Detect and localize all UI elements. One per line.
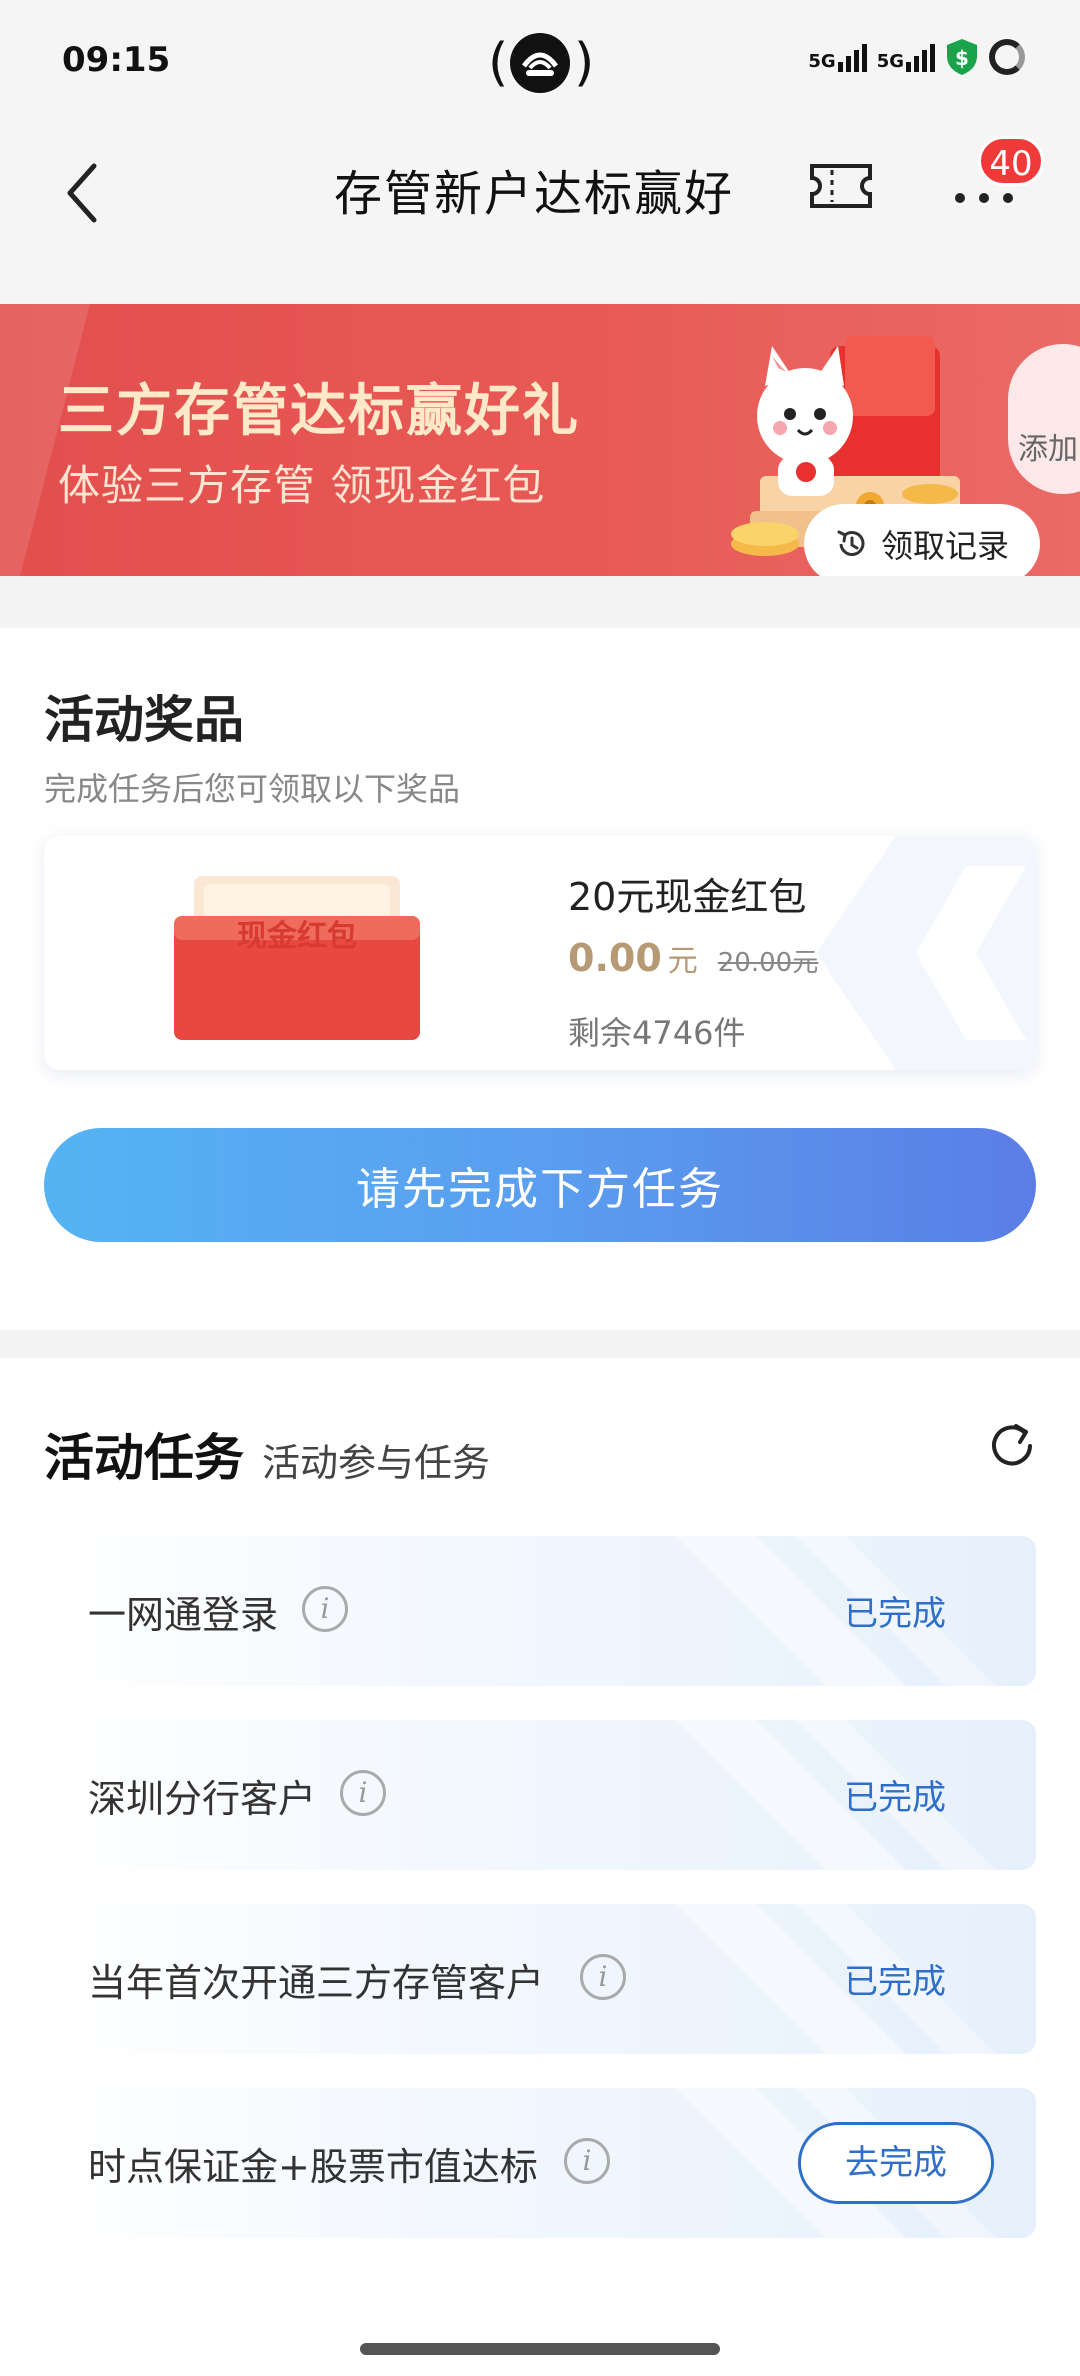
svg-text:(: ( (488, 33, 508, 93)
prize-price-unit: 元 (667, 944, 698, 979)
task-row: 深圳分行客户 i 已完成 (38, 1720, 1036, 1870)
price-row: 0.00 元 20.00元 (568, 936, 818, 980)
task-row: 一网通登录 i 已完成 (38, 1536, 1036, 1686)
info-icon[interactable]: i (302, 1586, 348, 1632)
prize-section-subtitle: 完成任务后您可领取以下奖品 (44, 770, 461, 808)
task-row: 当年首次开通三方存管客户 i 已完成 (38, 1904, 1036, 2054)
svg-text:): ) (574, 33, 592, 93)
prize-original-price: 20.00元 (717, 948, 819, 978)
complete-tasks-first-button[interactable]: 请先完成下方任务 (44, 1128, 1036, 1242)
claim-record-button[interactable]: 领取记录 (804, 504, 1040, 576)
task-section-title: 活动任务 (44, 1429, 244, 1487)
claim-record-label: 领取记录 (880, 527, 1009, 565)
prize-price: 0.00 (568, 936, 662, 980)
task-label: 深圳分行客户 (88, 1777, 317, 1821)
prize-card[interactable]: 现金红包 20元现金红包 0.00 元 20.00元 剩余4746件 (44, 836, 1036, 1070)
ticket-icon[interactable] (808, 160, 874, 212)
history-clock-icon (837, 530, 865, 556)
task-label: 一网通登录 (88, 1593, 279, 1637)
task-label: 时点保证金+股票市值达标 (88, 2145, 538, 2189)
loading-ring-icon (989, 39, 1025, 75)
task-row: 时点保证金+股票市值达标 i 去完成 (38, 2088, 1036, 2238)
signal-5g-icon: 5G (808, 42, 867, 72)
home-indicator[interactable] (360, 2343, 720, 2355)
camera-cutout-icon: ( ) (488, 33, 592, 93)
red-envelope-image: 现金红包 (174, 876, 420, 1040)
prize-stock: 剩余4746件 (568, 1014, 746, 1052)
add-shortcut-pill[interactable] (1008, 344, 1080, 494)
security-shield-icon: $ (947, 39, 977, 75)
go-complete-button[interactable]: 去完成 (798, 2122, 994, 2204)
task-section: 活动任务 活动参与任务 一网通登录 i 已完成 深圳分行客户 i 已完成 当年首… (0, 1358, 1080, 2376)
info-icon[interactable]: i (340, 1770, 386, 1816)
promo-banner: 三方存管达标赢好礼 体验三方存管 领现金红包 添加 领取记录 (0, 304, 1080, 576)
signal-5g-2-icon: 5G (877, 42, 935, 72)
svg-text:$: $ (955, 46, 969, 70)
task-section-subtitle: 活动参与任务 (262, 1441, 491, 1485)
prize-section-title: 活动奖品 (44, 691, 244, 749)
status-bar: 09:15 ( ) 5G 5G $ (0, 0, 1080, 120)
task-status: 已完成 (844, 1778, 946, 1818)
prize-name: 20元现金红包 (568, 875, 807, 919)
info-icon[interactable]: i (564, 2138, 610, 2184)
banner-title: 三方存管达标赢好礼 (58, 379, 580, 444)
task-label: 当年首次开通三方存管客户 (88, 1961, 545, 2005)
status-time: 09:15 (62, 40, 171, 80)
prize-section: 活动奖品 完成任务后您可领取以下奖品 现金红包 20元现金红包 0.00 元 2… (0, 628, 1080, 1330)
info-icon[interactable]: i (580, 1954, 626, 2000)
refresh-icon[interactable] (986, 1420, 1038, 1472)
task-status: 已完成 (844, 1962, 946, 2002)
page-title: 存管新户达标赢好 (334, 166, 735, 222)
system-icons: 5G 5G $ (808, 38, 1025, 76)
message-count-badge: 40 (978, 136, 1044, 186)
envelope-text: 现金红包 (237, 919, 357, 954)
nav-bar: 存管新户达标赢好 40 (0, 120, 1080, 300)
banner-subtitle: 体验三方存管 领现金红包 (58, 461, 546, 510)
back-arrow-icon[interactable] (60, 158, 104, 228)
add-shortcut-label[interactable]: 添加 (1018, 424, 1078, 468)
task-status: 已完成 (844, 1594, 946, 1634)
